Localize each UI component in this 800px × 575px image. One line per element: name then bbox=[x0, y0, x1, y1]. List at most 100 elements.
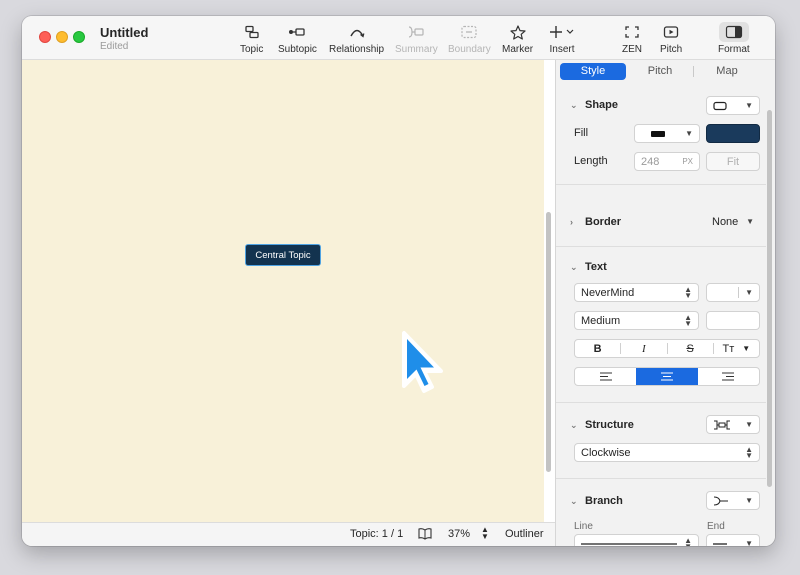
stepper-icon: ▲ ▼ bbox=[684, 284, 692, 300]
summary-icon bbox=[407, 22, 425, 42]
font-size-select[interactable]: ▼ bbox=[706, 283, 760, 302]
line-end-select[interactable]: ▼ bbox=[706, 534, 760, 546]
topic-count: Topic: 1 / 1 bbox=[350, 528, 404, 540]
align-left-button[interactable] bbox=[575, 368, 636, 385]
fill-color-swatch[interactable] bbox=[706, 124, 760, 143]
structure-section-header[interactable]: ⌄ Structure bbox=[570, 419, 634, 431]
stepper-icon: ▲ ▼ bbox=[684, 312, 692, 328]
solid-line-icon bbox=[581, 542, 677, 545]
mind-map-canvas[interactable]: Central Topic bbox=[22, 60, 551, 522]
sidebar-icon bbox=[718, 22, 749, 42]
font-family-select[interactable]: NeverMind ▲ ▼ bbox=[574, 283, 699, 302]
minimize-window-button[interactable] bbox=[56, 31, 68, 43]
align-left-icon bbox=[599, 372, 612, 381]
toolbar: Untitled Edited Topic Subtopic Relations… bbox=[22, 16, 775, 60]
document-title: Untitled bbox=[100, 25, 149, 40]
text-align-group bbox=[574, 367, 760, 386]
marker-label: Marker bbox=[502, 44, 534, 55]
align-right-button[interactable] bbox=[698, 368, 759, 385]
canvas-vertical-scrollbar[interactable] bbox=[546, 212, 551, 472]
bold-button[interactable]: B bbox=[575, 340, 620, 357]
tab-pitch[interactable]: Pitch bbox=[627, 63, 693, 80]
fit-button[interactable]: Fit bbox=[706, 152, 760, 171]
font-weight-select[interactable]: Medium ▲ ▼ bbox=[574, 311, 699, 330]
shape-select[interactable]: ▼ bbox=[706, 96, 760, 115]
subtopic-button[interactable]: Subtopic bbox=[278, 22, 317, 55]
tab-map[interactable]: Map bbox=[694, 63, 760, 80]
align-right-icon bbox=[722, 372, 735, 381]
branch-section-header[interactable]: ⌄ Branch bbox=[570, 495, 623, 507]
pitch-label: Pitch bbox=[660, 44, 683, 55]
structure-select[interactable]: ▼ bbox=[706, 415, 760, 434]
structure-title: Structure bbox=[585, 419, 634, 431]
topic-button[interactable]: Topic bbox=[240, 22, 263, 55]
branch-curve-icon bbox=[713, 495, 728, 506]
border-select[interactable]: None ▼ bbox=[706, 212, 760, 231]
chevron-down-icon: ⌄ bbox=[570, 419, 578, 430]
length-input[interactable]: 248 PX bbox=[634, 152, 700, 171]
line-style-select[interactable]: ▲ ▼ bbox=[574, 534, 699, 546]
align-center-icon bbox=[660, 372, 673, 381]
length-value: 248 bbox=[641, 155, 660, 168]
marker-button[interactable]: Marker bbox=[502, 22, 533, 55]
topic-icon bbox=[244, 22, 260, 42]
stepper-icon: ▲ ▼ bbox=[684, 535, 692, 546]
format-button[interactable]: Format bbox=[718, 22, 750, 55]
summary-button[interactable]: Summary bbox=[395, 22, 438, 55]
boundary-button[interactable]: Boundary bbox=[448, 22, 491, 55]
zoom-window-button[interactable] bbox=[73, 31, 85, 43]
divider bbox=[556, 402, 766, 403]
panel-scrollbar[interactable] bbox=[767, 110, 772, 487]
chevron-down-icon: ▼ bbox=[742, 344, 751, 353]
subtopic-icon bbox=[288, 22, 306, 42]
summary-label: Summary bbox=[395, 44, 438, 55]
text-color-input[interactable] bbox=[706, 311, 760, 330]
chevron-down-icon: ▼ bbox=[745, 420, 753, 429]
chevron-down-icon: ▼ bbox=[746, 217, 754, 226]
fill-type-select[interactable]: ▼ bbox=[634, 124, 700, 143]
chevron-down-icon: ▼ bbox=[745, 496, 753, 505]
zen-button[interactable]: ZEN bbox=[622, 22, 642, 55]
chevron-down-icon: ▼ bbox=[685, 129, 693, 138]
boundary-icon bbox=[460, 22, 478, 42]
relationship-icon bbox=[348, 22, 366, 42]
central-topic[interactable]: Central Topic bbox=[245, 244, 321, 266]
outliner-button[interactable]: Outliner bbox=[505, 528, 544, 540]
zoom-stepper-icon[interactable]: ▲ ▼ bbox=[481, 526, 489, 541]
chevron-down-icon: ⌄ bbox=[570, 261, 578, 272]
text-section-header[interactable]: ⌄ Text bbox=[570, 261, 607, 273]
format-panel: Style Pitch Map ⌄ Shape ▼ Fill ▼ Length … bbox=[555, 60, 775, 546]
divider bbox=[556, 246, 766, 247]
status-bar: Topic: 1 / 1 37% ▲ ▼ Outliner bbox=[22, 522, 555, 546]
text-case-button[interactable]: Tт ▼ bbox=[714, 340, 759, 357]
chevron-down-icon: ⌄ bbox=[570, 495, 578, 506]
relationship-label: Relationship bbox=[329, 44, 385, 55]
tab-style[interactable]: Style bbox=[560, 63, 626, 80]
shape-title: Shape bbox=[585, 99, 619, 111]
book-icon[interactable] bbox=[418, 527, 432, 543]
solid-fill-icon bbox=[651, 130, 665, 137]
close-window-button[interactable] bbox=[39, 31, 51, 43]
italic-button[interactable]: I bbox=[621, 340, 666, 357]
insert-button[interactable]: Insert bbox=[549, 22, 575, 55]
chevron-down-icon: ▼ bbox=[745, 101, 753, 110]
fit-label: Fit bbox=[726, 155, 740, 168]
zoom-level[interactable]: 37% bbox=[448, 528, 470, 540]
branch-select[interactable]: ▼ bbox=[706, 491, 760, 510]
strikethrough-button[interactable]: S bbox=[668, 340, 713, 357]
document-status: Edited bbox=[100, 41, 129, 52]
border-section-header[interactable]: › Border bbox=[570, 216, 621, 228]
line-end-icon bbox=[713, 542, 727, 545]
zen-label: ZEN bbox=[622, 44, 642, 55]
format-label: Format bbox=[718, 44, 750, 55]
end-label: End bbox=[707, 521, 725, 532]
pitch-button[interactable]: Pitch bbox=[660, 22, 682, 55]
text-case-label: Tт bbox=[722, 342, 735, 355]
fullscreen-icon bbox=[624, 22, 640, 42]
border-title: Border bbox=[585, 216, 622, 228]
align-center-button[interactable] bbox=[636, 368, 698, 385]
structure-direction-select[interactable]: Clockwise ▲ ▼ bbox=[574, 443, 760, 462]
relationship-button[interactable]: Relationship bbox=[329, 22, 384, 55]
shape-section-header[interactable]: ⌄ Shape bbox=[570, 99, 618, 111]
fill-label: Fill bbox=[574, 127, 589, 139]
